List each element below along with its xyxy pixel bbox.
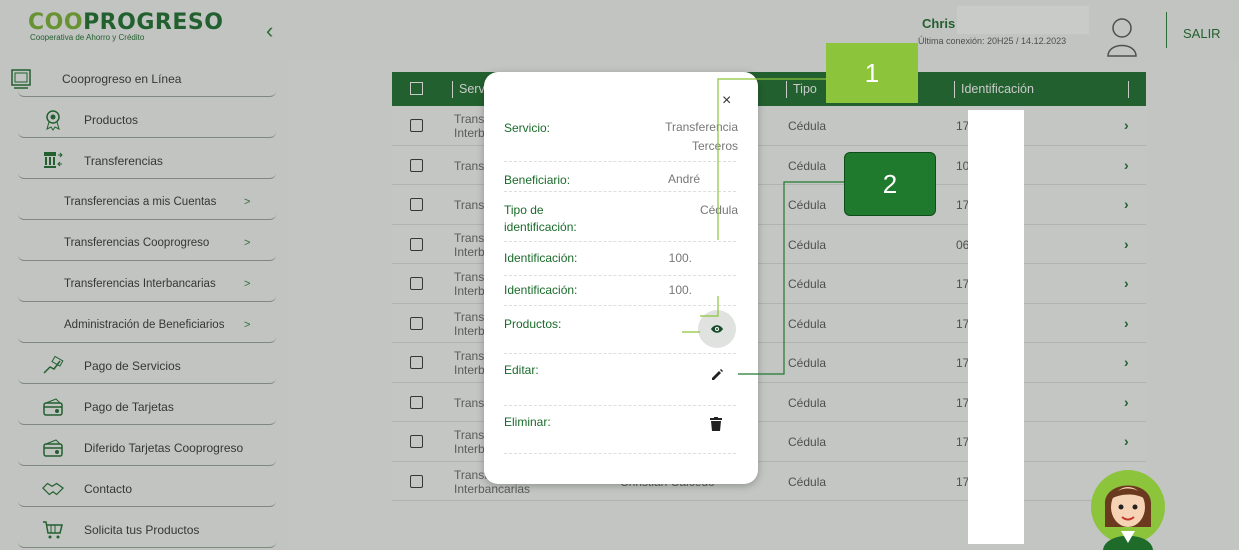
callout-lines (682, 78, 844, 375)
callout-badge-1: 1 (826, 43, 918, 103)
redaction (968, 110, 1024, 544)
callout-badge-2: 2 (844, 152, 936, 216)
